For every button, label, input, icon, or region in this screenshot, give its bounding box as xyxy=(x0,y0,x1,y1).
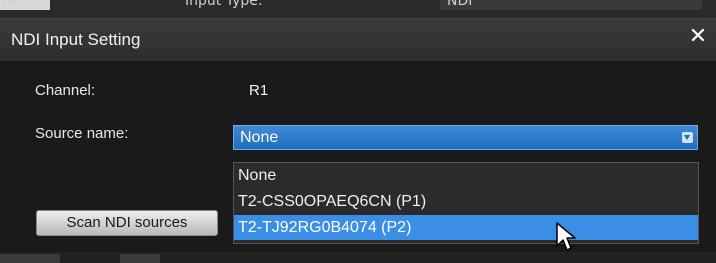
close-icon[interactable]: ✕ xyxy=(686,23,710,51)
dialog-title: NDI Input Setting xyxy=(11,30,141,49)
source-option-none[interactable]: None xyxy=(234,163,698,188)
background-text-right: NDI xyxy=(447,0,473,9)
background-field xyxy=(440,0,702,10)
channel-value: R1 xyxy=(249,82,269,99)
background-bottom-strip xyxy=(0,252,716,263)
source-name-select[interactable]: None xyxy=(233,125,698,150)
dialog-titlebar[interactable]: NDI Input Setting ✕ xyxy=(0,19,716,61)
background-text-mid: Input Type: xyxy=(185,0,263,9)
source-name-selected-value: None xyxy=(240,129,279,146)
scan-ndi-sources-button[interactable]: Scan NDI sources xyxy=(36,210,218,236)
source-name-dropdown-list[interactable]: None T2-CSS0OPAEQ6CN (P1) T2-TJ92RG0B407… xyxy=(233,162,699,244)
ndi-input-setting-dialog: NDI Input Setting ✕ Channel: R1 Source n… xyxy=(0,18,716,253)
source-option-p2[interactable]: T2-TJ92RG0B4074 (P2) xyxy=(234,215,698,240)
source-name-label: Source name: xyxy=(35,125,129,142)
channel-label: Channel: xyxy=(35,82,96,99)
background-text-left: re xyxy=(3,0,18,9)
background-block xyxy=(0,254,60,263)
source-option-p1[interactable]: T2-CSS0OPAEQ6CN (P1) xyxy=(234,189,698,214)
chevron-down-icon[interactable] xyxy=(682,132,693,143)
mouse-pointer-icon xyxy=(556,222,576,251)
dialog-body: Channel: R1 Source name: None None T2-CS… xyxy=(0,61,716,253)
background-app-strip: re Input Type: NDI xyxy=(0,0,716,18)
background-block xyxy=(120,254,160,263)
